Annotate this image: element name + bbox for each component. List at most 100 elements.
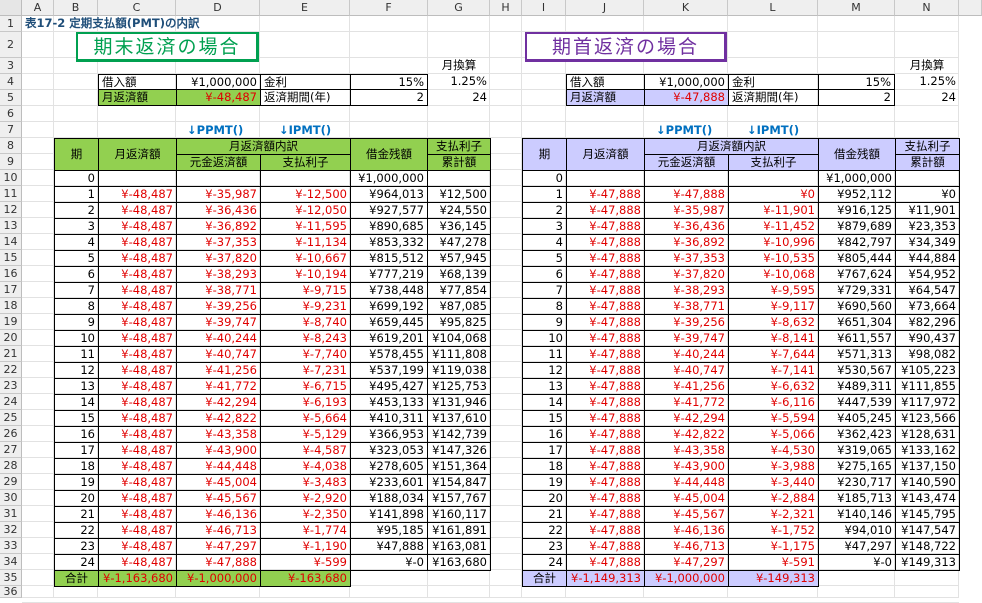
left-cell-period[interactable]: 7 [54, 282, 99, 299]
right-cell-interest[interactable]: ¥-6,632 [728, 378, 819, 395]
right-cell-cum-interest[interactable]: ¥133,162 [895, 442, 960, 459]
left-cell-cum-interest[interactable]: ¥125,753 [427, 378, 491, 395]
left-cell-balance[interactable]: ¥699,192 [350, 298, 428, 315]
right-cell-period[interactable]: 6 [522, 266, 567, 283]
right-cell-balance[interactable]: ¥140,146 [818, 506, 896, 523]
left-cell-principal[interactable]: ¥-39,256 [176, 298, 261, 315]
left-total-empty-cum[interactable] [428, 571, 491, 587]
left-cell-cum-interest[interactable]: ¥163,081 [427, 538, 491, 555]
right-cell-principal[interactable]: ¥-41,772 [644, 394, 729, 411]
left-cell-balance[interactable]: ¥738,448 [350, 282, 428, 299]
right-cell-balance[interactable]: ¥230,717 [818, 474, 896, 491]
left-cell-principal[interactable]: ¥-42,822 [176, 410, 261, 427]
right-cell-period[interactable]: 1 [522, 186, 567, 203]
right-cell-payment[interactable]: ¥-47,888 [566, 330, 645, 347]
right-cell-period[interactable]: 7 [522, 282, 567, 299]
left-banner[interactable]: 期末返済の場合 [76, 32, 259, 62]
column-header[interactable]: K [644, 0, 728, 16]
right-cell-interest[interactable]: ¥-2,884 [728, 490, 819, 507]
right-cell-principal[interactable] [644, 170, 729, 187]
left-cell-cum-interest[interactable]: ¥151,364 [427, 458, 491, 475]
row-header[interactable]: 3 [0, 58, 22, 74]
left-cell-balance[interactable]: ¥495,427 [350, 378, 428, 395]
left-cell-principal[interactable]: ¥-40,244 [176, 330, 261, 347]
left-rate-value[interactable]: 15% [350, 74, 428, 90]
right-cell-principal[interactable]: ¥-37,353 [644, 250, 729, 267]
left-cell-interest[interactable]: ¥-12,500 [260, 186, 351, 203]
left-cell-payment[interactable]: ¥-48,487 [98, 298, 177, 315]
right-cell-interest[interactable]: ¥-3,988 [728, 458, 819, 475]
right-cell-principal[interactable]: ¥-40,747 [644, 362, 729, 379]
right-cell-payment[interactable]: ¥-47,888 [566, 202, 645, 219]
right-cell-payment[interactable]: ¥-47,888 [566, 298, 645, 315]
row-header[interactable]: 9 [0, 154, 22, 170]
right-cell-period[interactable]: 16 [522, 426, 567, 443]
left-cell-payment[interactable]: ¥-48,487 [98, 442, 177, 459]
right-cell-payment[interactable]: ¥-47,888 [566, 234, 645, 251]
left-cell-payment[interactable]: ¥-48,487 [98, 266, 177, 283]
right-cell-payment[interactable]: ¥-47,888 [566, 554, 645, 571]
right-cell-cum-interest[interactable] [895, 170, 960, 187]
right-cell-cum-interest[interactable]: ¥82,296 [895, 314, 960, 331]
left-period-label[interactable]: 返済期間(年) [260, 89, 351, 106]
right-cell-period[interactable]: 13 [522, 378, 567, 395]
right-cell-period[interactable]: 24 [522, 554, 567, 571]
left-header-period[interactable]: 期 [54, 138, 99, 171]
column-header[interactable]: I [522, 0, 566, 16]
right-ppmt-note[interactable]: ↓PPMT() [656, 123, 712, 137]
right-cell-interest[interactable]: ¥-10,068 [728, 266, 819, 283]
right-cell-period[interactable]: 11 [522, 346, 567, 363]
sheet-title[interactable]: 表17-2 定期支払額(PMT)の内訳 [22, 16, 322, 31]
row-header[interactable]: 1 [0, 16, 22, 32]
row-header[interactable]: 15 [0, 250, 22, 266]
left-cell-period[interactable]: 5 [54, 250, 99, 267]
right-cell-cum-interest[interactable]: ¥147,547 [895, 522, 960, 539]
right-cell-period[interactable]: 10 [522, 330, 567, 347]
left-cell-interest[interactable]: ¥-11,595 [260, 218, 351, 235]
right-cell-period[interactable]: 14 [522, 394, 567, 411]
right-cell-balance[interactable]: ¥405,245 [818, 410, 896, 427]
right-cell-interest[interactable]: ¥-5,066 [728, 426, 819, 443]
column-header[interactable]: J [566, 0, 644, 16]
right-header-cum-interest-2[interactable]: 累計額 [895, 154, 960, 171]
left-cell-period[interactable]: 24 [54, 554, 99, 571]
left-cell-cum-interest[interactable]: ¥154,847 [427, 474, 491, 491]
right-cell-principal[interactable]: ¥-44,448 [644, 474, 729, 491]
right-cell-period[interactable]: 4 [522, 234, 567, 251]
right-cell-principal[interactable]: ¥-45,567 [644, 506, 729, 523]
left-cell-period[interactable]: 2 [54, 202, 99, 219]
right-cell-payment[interactable]: ¥-47,888 [566, 426, 645, 443]
left-cell-principal[interactable]: ¥-39,747 [176, 314, 261, 331]
row-header[interactable]: 29 [0, 474, 22, 490]
left-cell-period[interactable]: 6 [54, 266, 99, 283]
right-cell-balance[interactable]: ¥489,311 [818, 378, 896, 395]
right-cell-period[interactable]: 22 [522, 522, 567, 539]
right-cell-interest[interactable]: ¥-5,594 [728, 410, 819, 427]
right-cell-payment[interactable]: ¥-47,888 [566, 282, 645, 299]
left-cell-interest[interactable]: ¥-5,129 [260, 426, 351, 443]
right-cell-period[interactable]: 18 [522, 458, 567, 475]
right-cell-cum-interest[interactable]: ¥0 [895, 186, 960, 203]
right-cell-interest[interactable]: ¥0 [728, 186, 819, 203]
left-cell-principal[interactable]: ¥-45,567 [176, 490, 261, 507]
right-rate-label[interactable]: 金利 [728, 74, 819, 90]
left-cell-cum-interest[interactable]: ¥157,767 [427, 490, 491, 507]
right-cell-cum-interest[interactable]: ¥137,150 [895, 458, 960, 475]
right-cell-interest[interactable]: ¥-4,530 [728, 442, 819, 459]
right-total-empty-cum[interactable] [896, 571, 960, 587]
column-header[interactable]: N [895, 0, 959, 16]
right-cell-cum-interest[interactable]: ¥64,547 [895, 282, 960, 299]
left-header-breakdown[interactable]: 月返済額内訳 [176, 138, 351, 155]
row-header[interactable]: 24 [0, 394, 22, 410]
right-banner[interactable]: 期首返済の場合 [525, 32, 727, 62]
row-header[interactable]: 23 [0, 378, 22, 394]
column-header[interactable]: M [818, 0, 895, 16]
left-cell-cum-interest[interactable]: ¥87,085 [427, 298, 491, 315]
left-cell-principal[interactable]: ¥-43,358 [176, 426, 261, 443]
left-cell-period[interactable]: 21 [54, 506, 99, 523]
right-cell-balance[interactable]: ¥805,444 [818, 250, 896, 267]
left-cell-payment[interactable]: ¥-48,487 [98, 538, 177, 555]
left-cell-principal[interactable]: ¥-46,136 [176, 506, 261, 523]
left-cell-payment[interactable]: ¥-48,487 [98, 474, 177, 491]
left-ipmt-note[interactable]: ↓IPMT() [279, 123, 331, 137]
